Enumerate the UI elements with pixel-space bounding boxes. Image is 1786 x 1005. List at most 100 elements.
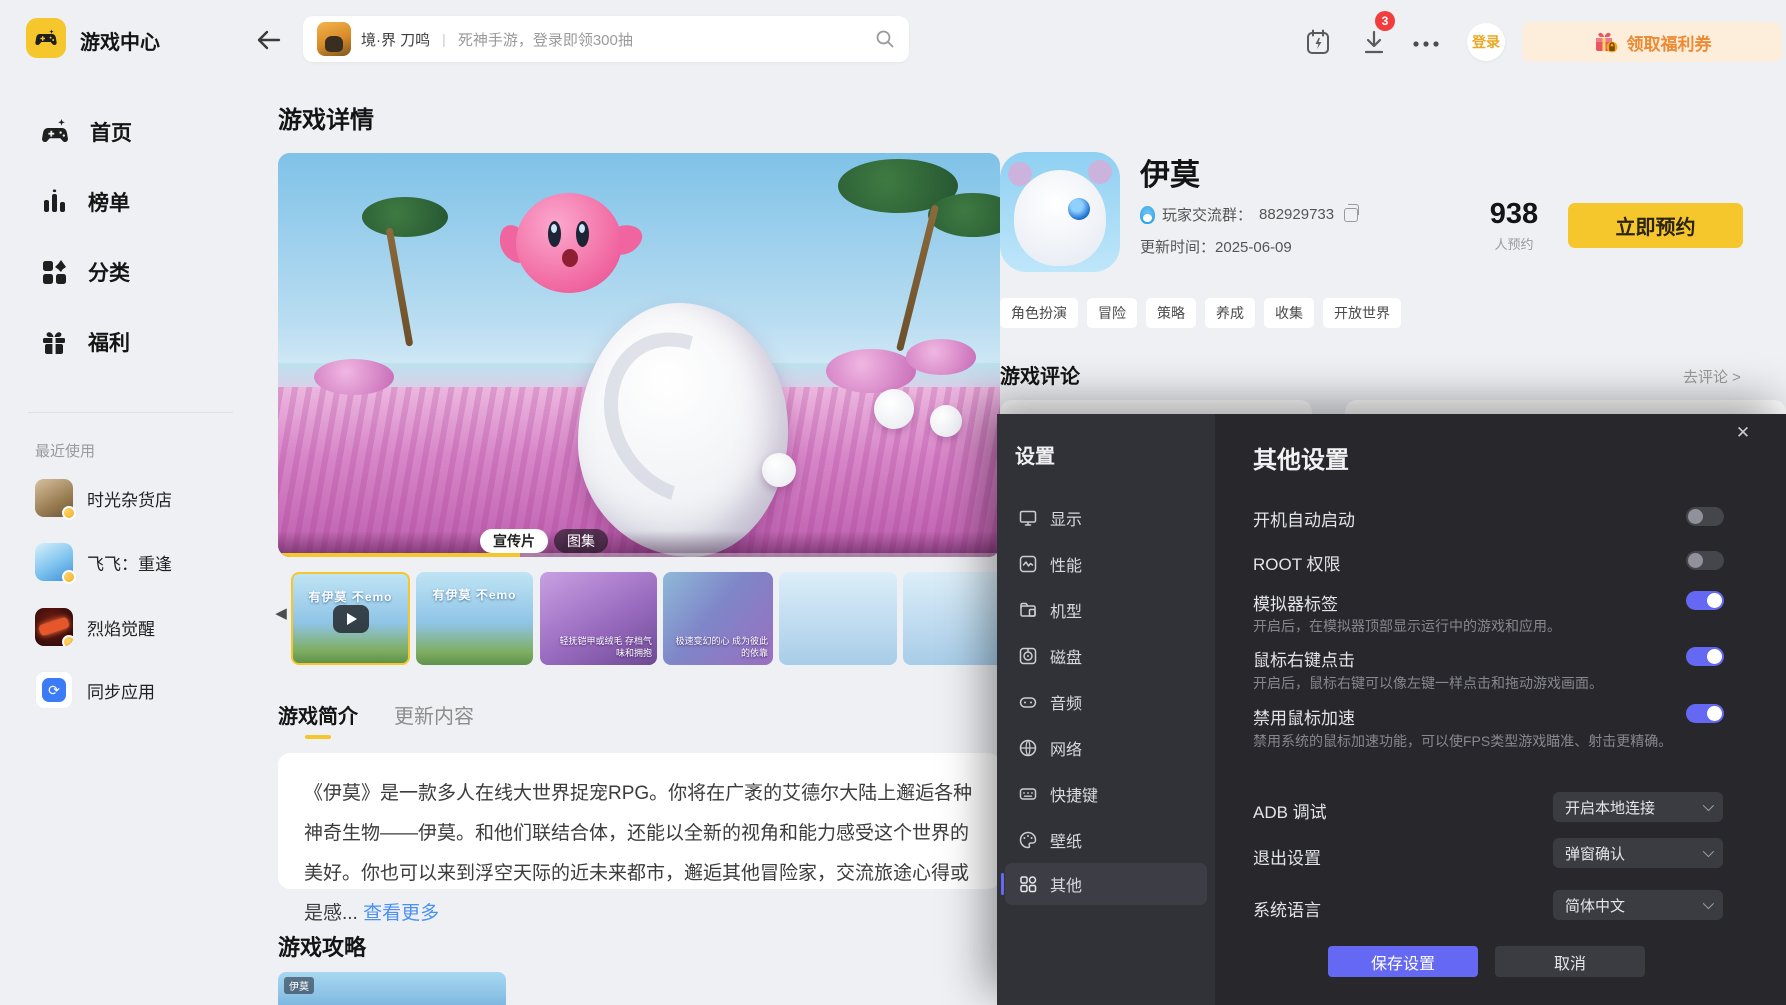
tag-rpg[interactable]: 角色扮演 [1000, 298, 1078, 328]
settings-menu-hotkeys[interactable]: 快捷键 [1005, 773, 1207, 815]
login-button[interactable]: 登录 [1467, 23, 1505, 61]
sidebar-item-benefits[interactable]: 福利 [40, 322, 230, 362]
setting-adb-select[interactable]: 开启本地连接 [1553, 792, 1723, 822]
setting-autostart-toggle[interactable] [1686, 507, 1724, 526]
gift-lock-icon [1593, 29, 1619, 55]
settings-panel-title: 其他设置 [1253, 440, 1349, 475]
disk-icon [1019, 647, 1037, 665]
comments-section-title: 游戏评论 [1000, 360, 1080, 389]
media-type-switch: 宣传片 图集 [480, 529, 608, 553]
tag-strategy[interactable]: 策略 [1146, 298, 1196, 328]
search-game-avatar [317, 22, 351, 56]
display-icon [1019, 509, 1037, 527]
calendar-events-button[interactable] [1304, 28, 1332, 56]
chevron-down-icon [1703, 846, 1714, 857]
reserve-now-button[interactable]: 立即预约 [1568, 203, 1743, 248]
more-menu-button[interactable] [1412, 30, 1440, 58]
sidebar-item-home[interactable]: 首页 [40, 112, 230, 152]
setting-language-select[interactable]: 简体中文 [1553, 890, 1723, 920]
setting-right-click-desc: 开启后，鼠标右键可以像左键一样点击和拖动游戏画面。 [1253, 673, 1603, 693]
settings-menu-network[interactable]: 网络 [1005, 727, 1207, 769]
thumbnail-image-3[interactable]: 极速变幻的心 成为彼此的依靠 [663, 572, 773, 665]
sidebar-item-label: 榜单 [88, 187, 130, 217]
thumbs-prev-button[interactable]: ◀ [272, 600, 290, 626]
tag-raising[interactable]: 养成 [1205, 298, 1255, 328]
setting-exit-select[interactable]: 弹窗确认 [1553, 838, 1723, 868]
audio-icon [1019, 693, 1037, 711]
app-title: 游戏中心 [80, 26, 160, 55]
search-icon[interactable] [875, 29, 895, 49]
settings-menu-other[interactable]: 其他 [1005, 863, 1207, 905]
setting-language-label: 系统语言 [1253, 896, 1321, 921]
thumbnail-image-1[interactable]: 有伊莫 不emo [416, 572, 533, 665]
tab-gallery[interactable]: 图集 [554, 529, 608, 553]
settings-panel-other: ✕ 其他设置 开机自动启动 ROOT 权限 模拟器标签 开启后，在模拟器顶部显示… [1215, 414, 1786, 1005]
sidebar-item-rankings[interactable]: 榜单 [40, 182, 230, 222]
platform-badge-icon [62, 570, 76, 584]
tag-collect[interactable]: 收集 [1264, 298, 1314, 328]
download-manager-button[interactable] [1360, 28, 1388, 56]
setting-root-toggle[interactable] [1686, 551, 1724, 570]
thumbnail-image-5[interactable] [903, 572, 997, 665]
game-icon [35, 479, 73, 517]
video-progress-bar[interactable] [278, 553, 520, 557]
search-bar[interactable]: 境·界 刀鸣 | 死神手游，登录即领300抽 [303, 16, 909, 62]
page-title: 游戏详情 [278, 100, 374, 135]
back-button[interactable] [252, 28, 286, 52]
grid-icon [1019, 875, 1037, 893]
qq-icon [1140, 206, 1155, 224]
tab-update-content[interactable]: 更新内容 [394, 700, 474, 739]
thumbnail-image-4[interactable] [779, 572, 897, 665]
tag-open-world[interactable]: 开放世界 [1323, 298, 1401, 328]
tag-adventure[interactable]: 冒险 [1087, 298, 1137, 328]
cancel-button[interactable]: 取消 [1495, 946, 1645, 977]
settings-menu-wallpaper[interactable]: 壁纸 [1005, 819, 1207, 861]
gamepad-icon [34, 26, 58, 50]
sidebar-item-categories[interactable]: 分类 [40, 252, 230, 292]
guide-card[interactable]: 伊莫 [278, 972, 506, 1005]
tab-trailer[interactable]: 宣传片 [480, 529, 548, 553]
sync-app-icon: ⟳ [35, 671, 73, 709]
back-arrow-icon [256, 30, 282, 50]
app-logo[interactable] [26, 18, 66, 58]
download-icon [1362, 29, 1386, 55]
coupon-button[interactable]: 领取福利券 [1522, 22, 1782, 62]
chevron-down-icon [1703, 898, 1714, 909]
setting-emulator-tab-desc: 开启后，在模拟器顶部显示运行中的游戏和应用。 [1253, 616, 1561, 636]
save-settings-button[interactable]: 保存设置 [1328, 946, 1478, 977]
recent-item-sync-app[interactable]: ⟳ 同步应用 [35, 670, 245, 710]
tab-game-intro[interactable]: 游戏简介 [278, 700, 358, 739]
setting-mouse-accel-desc: 禁用系统的鼠标加速功能，可以使FPS类型游戏瞄准、射击更精确。 [1253, 731, 1672, 751]
copy-icon[interactable] [1344, 208, 1358, 222]
settings-menu-device[interactable]: 机型 [1005, 589, 1207, 631]
guide-section-title: 游戏攻略 [278, 930, 366, 962]
setting-mouse-accel-toggle[interactable] [1686, 704, 1724, 723]
recent-item-feifei[interactable]: 飞飞：重逢 [35, 542, 245, 582]
settings-menu: 设置 显示 性能 机型 磁盘 音频 网络 [997, 414, 1215, 1005]
recent-section-title: 最近使用 [35, 440, 95, 461]
settings-menu-performance[interactable]: 性能 [1005, 543, 1207, 585]
go-comment-link[interactable]: 去评论 > [1683, 366, 1741, 387]
see-more-link[interactable]: 查看更多 [363, 903, 439, 924]
guide-game-tag: 伊莫 [284, 977, 314, 994]
sidebar-item-label: 福利 [88, 327, 130, 357]
setting-emulator-tab-toggle[interactable] [1686, 591, 1724, 610]
sidebar-item-label: 首页 [90, 117, 132, 147]
update-date: 2025-06-09 [1215, 239, 1292, 256]
game-trailer-player[interactable]: 宣传片 图集 [278, 153, 1000, 557]
recent-item-flame[interactable]: 烈焰觉醒 [35, 607, 245, 647]
thumbnail-video[interactable]: 有伊莫 不emo [291, 572, 410, 665]
group-id: 882929733 [1259, 206, 1334, 223]
setting-right-click-toggle[interactable] [1686, 647, 1724, 666]
setting-adb-label: ADB 调试 [1253, 798, 1327, 823]
settings-menu-disk[interactable]: 磁盘 [1005, 635, 1207, 677]
group-label: 玩家交流群： [1162, 204, 1252, 225]
setting-exit-label: 退出设置 [1253, 844, 1321, 869]
settings-menu-display[interactable]: 显示 [1005, 497, 1207, 539]
hero-art-character [510, 187, 628, 299]
settings-menu-audio[interactable]: 音频 [1005, 681, 1207, 723]
thumbnail-image-2[interactable]: 轻抚铠甲或绒毛 存档气味和拥抱 [540, 572, 657, 665]
recent-item-time-shop[interactable]: 时光杂货店 [35, 478, 245, 518]
reserve-unit: 人预约 [1478, 234, 1550, 253]
close-icon[interactable]: ✕ [1730, 420, 1756, 446]
